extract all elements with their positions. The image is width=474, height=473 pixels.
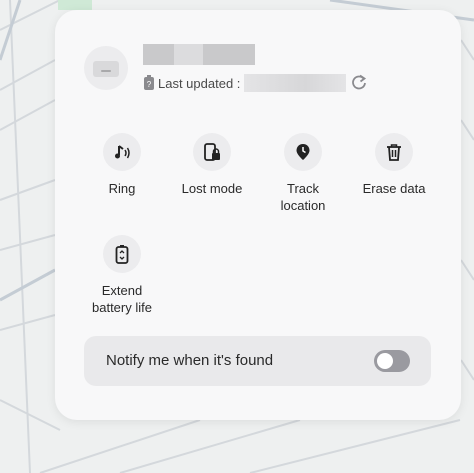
- last-updated-label: Last updated :: [158, 75, 241, 91]
- erase-data-label: Erase data: [362, 181, 426, 196]
- lost-mode-button[interactable]: Lost mode: [167, 133, 257, 197]
- notify-when-found-label: Notify me when it's found: [106, 352, 274, 369]
- battery-icon: ?: [144, 75, 154, 90]
- ring-label: Ring: [108, 181, 136, 196]
- location-pin-icon: [296, 144, 310, 160]
- erase-data-button[interactable]: Erase data: [349, 133, 439, 197]
- lock-phone-icon: [204, 143, 220, 161]
- ring-icon-circle: [103, 133, 141, 171]
- track-location-label: Track location: [280, 181, 326, 213]
- ring-button[interactable]: Ring: [77, 133, 167, 197]
- music-note-icon: [115, 145, 130, 159]
- track-location-button[interactable]: Track location: [258, 133, 348, 214]
- notify-when-found-row[interactable]: Notify me when it's found: [84, 336, 431, 386]
- lost-mode-label: Lost mode: [181, 181, 243, 196]
- extend-battery-life-label: Extend battery life: [92, 283, 152, 315]
- svg-text:?: ?: [147, 80, 152, 89]
- device-thumbnail: [84, 46, 128, 90]
- notify-when-found-toggle[interactable]: [374, 350, 410, 372]
- last-updated-value-redacted: [244, 74, 347, 92]
- lost-mode-icon-circle: [193, 133, 231, 171]
- device-name-redacted: [143, 44, 255, 65]
- toggle-knob: [377, 353, 393, 369]
- extend-battery-life-button[interactable]: Extend battery life: [77, 235, 167, 316]
- refresh-icon[interactable]: [350, 74, 368, 92]
- erase-data-icon-circle: [375, 133, 413, 171]
- trash-icon: [387, 144, 401, 161]
- extend-battery-icon-circle: [103, 235, 141, 273]
- track-location-icon-circle: [284, 133, 322, 171]
- device-panel: ? Last updated : Ring Lost mode Track lo…: [55, 10, 461, 420]
- last-updated-row: ? Last updated :: [143, 73, 368, 93]
- battery-saver-icon: [115, 245, 129, 264]
